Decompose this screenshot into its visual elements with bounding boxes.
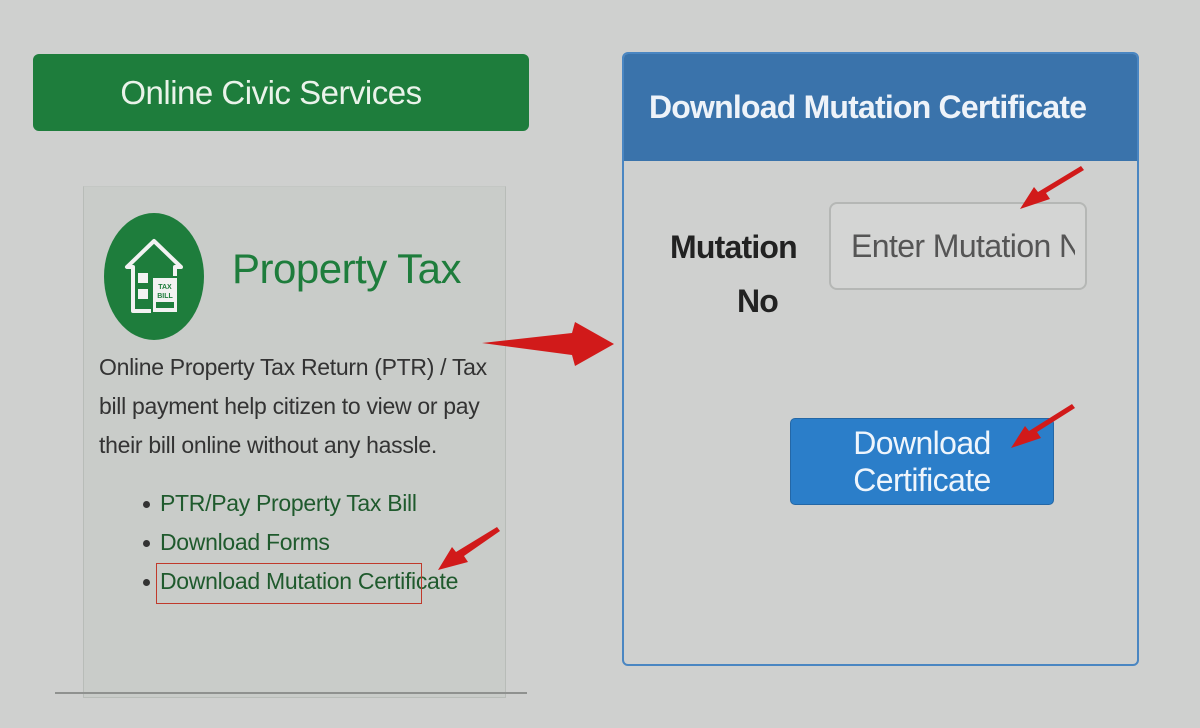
online-civic-services-header: Online Civic Services [33,54,529,131]
download-mutation-panel: Download Mutation Certificate [622,52,1139,666]
download-certificate-button[interactable]: Download Certificate [790,418,1054,505]
annotation-highlight-box [156,563,422,604]
svg-text:BILL: BILL [157,293,173,300]
link-download-forms[interactable]: Download Forms [140,523,458,562]
svg-text:TAX: TAX [158,284,172,291]
property-tax-title: Property Tax [232,245,462,292]
mutation-no-input[interactable] [829,202,1087,290]
card-divider [55,692,527,694]
panel-title: Download Mutation Certificate [624,54,1137,161]
link-ptr-pay-bill[interactable]: PTR/Pay Property Tax Bill [140,484,458,523]
mutation-no-label: Mutation No [670,229,798,319]
property-tax-description: Online Property Tax Return (PTR) / Tax b… [99,354,487,458]
house-tax-bill-icon: TAX BILL [104,213,204,340]
